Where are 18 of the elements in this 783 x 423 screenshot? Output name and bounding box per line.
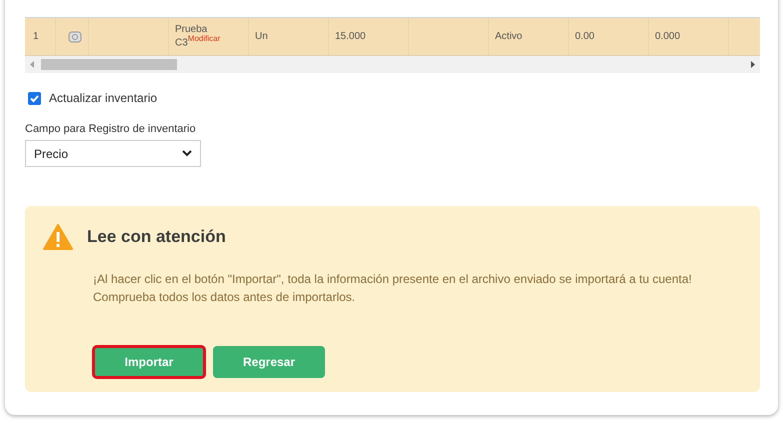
checkbox-label[interactable]: Actualizar inventario: [49, 91, 158, 105]
chevron-down-icon: [182, 150, 192, 157]
table-cell: Un: [255, 31, 268, 42]
table-cell: 1: [33, 31, 39, 42]
field-label: Campo para Registro de inventario: [25, 123, 197, 135]
warning-icon: [43, 224, 73, 250]
table-cell: 15.000: [335, 31, 366, 42]
checkbox[interactable]: [28, 92, 41, 104]
table-cell: Activo: [495, 31, 522, 42]
image-icon[interactable]: [68, 30, 82, 42]
table-cell: 0.000: [655, 31, 680, 42]
alert-message: ¡Al hacer clic en el botón "Importar", toda la información presente en el archivo enviado se importará a tu cuenta!: [93, 271, 693, 288]
table-cell-text: Prueba C3$^{Modificar}$: [175, 24, 222, 49]
alert-message: Comprueba todos los datos antes de importarlos.: [93, 289, 356, 306]
table-cell: 0.00: [575, 31, 594, 42]
select-field[interactable]: Precio: [25, 140, 201, 167]
horizontal-scrollbar[interactable]: [25, 56, 760, 73]
alert-title: Lee con atención: [87, 227, 226, 247]
